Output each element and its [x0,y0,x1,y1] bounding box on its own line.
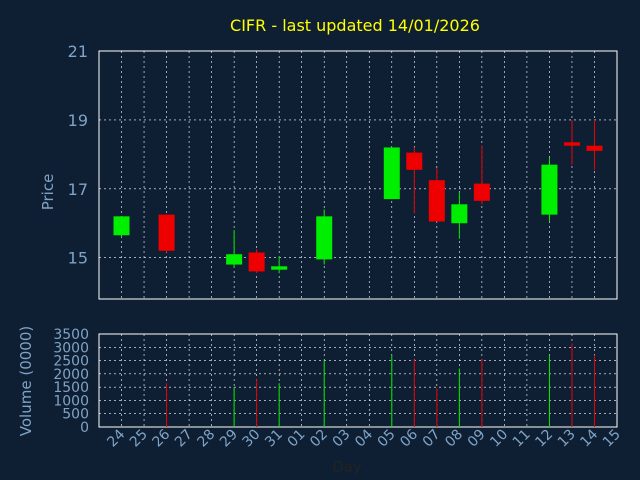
x-tick-label: 09 [465,427,489,451]
candle-body-up [541,164,558,215]
x-tick-label: 15 [600,427,624,451]
x-tick-label: 03 [330,427,354,451]
x-tick-label: 13 [555,427,579,451]
x-tick-label: 12 [532,427,556,451]
volume-axis-label: Volume (0000) [17,326,35,436]
x-tick-label: 02 [307,427,331,451]
candle-body-up [383,147,400,200]
x-tick-label: 24 [104,426,128,450]
x-tick-label: 27 [172,427,196,451]
price-tick-label: 15 [68,249,88,268]
x-tick-label: 08 [442,427,466,451]
x-tick-label: 30 [240,427,264,451]
candle-body-down [428,180,445,222]
x-axis: 2425262728293031010203040506070809101112… [104,426,623,450]
x-tick-label: 29 [217,427,241,451]
x-tick-label: 04 [352,426,376,450]
candlestick-chart: CIFR - last updated 14/01/2026 Price Vol… [17,16,624,476]
candle-body-down [586,145,603,151]
x-tick-label: 14 [577,426,601,450]
candle-body-down [248,252,265,272]
volume-tick-label: 3500 [53,327,89,343]
candle-body-up [113,216,130,236]
candle-body-up [451,204,468,224]
x-tick-label: 05 [375,427,399,451]
candle-body-down [406,152,423,170]
price-tick-label: 19 [68,111,88,130]
candle-body-up [226,254,243,265]
x-tick-label: 25 [127,427,151,451]
candle-body-down [158,214,175,251]
x-tick-label: 11 [510,427,534,451]
x-tick-label: 01 [285,427,309,451]
price-axis-label: Price [39,174,57,211]
price-tick-label: 17 [68,180,88,199]
x-axis-label: Day [332,458,362,476]
x-tick-label: 26 [149,426,173,450]
chart-container: CIFR - last updated 14/01/2026 Price Vol… [0,0,640,480]
candle-body-down [473,183,490,201]
volume-panel: 0500100015002000250030003500 [53,327,618,436]
x-tick-label: 31 [262,427,286,451]
price-panel: 15 17 19 21 [68,42,618,300]
price-tick-label: 21 [68,42,88,61]
volume-plot-frame [98,333,618,428]
chart-title: CIFR - last updated 14/01/2026 [230,16,480,35]
x-tick-label: 10 [487,427,511,451]
candle-body-up [316,216,333,260]
price-plot-frame [98,50,618,300]
candle-body-up [271,266,288,270]
candle-body-down [563,142,580,146]
x-tick-label: 28 [195,427,219,451]
x-tick-label: 07 [420,427,444,451]
x-tick-label: 06 [397,426,421,450]
